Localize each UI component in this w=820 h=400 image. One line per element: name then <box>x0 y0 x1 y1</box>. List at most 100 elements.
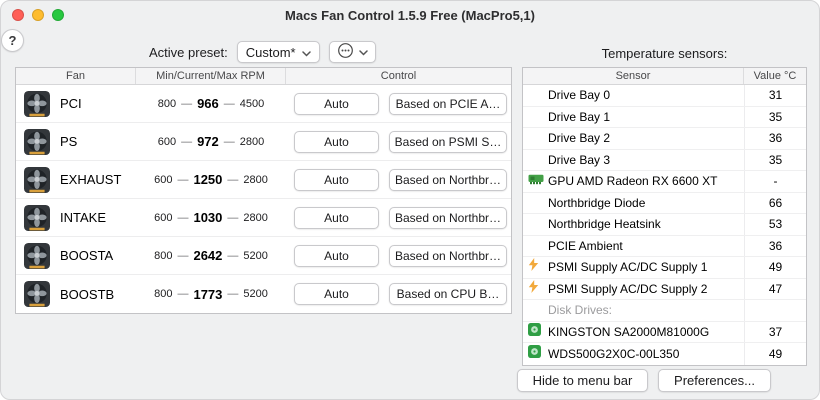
auto-button[interactable]: Auto <box>294 93 379 115</box>
fan-icon <box>24 129 50 155</box>
sensor-name: Drive Bay 1 <box>548 110 744 124</box>
fan-rpm-readout: 800—1773—5200 <box>136 287 286 302</box>
sensor-name: WDS500G2X0C-00L350 <box>548 347 744 361</box>
rpm-min: 800 <box>158 98 176 110</box>
sensor-name: Drive Bay 0 <box>548 88 744 102</box>
sensor-value: 35 <box>744 107 806 128</box>
fan-row[interactable]: EXHAUST600—1250—2800AutoBased on Northbr… <box>16 161 511 199</box>
more-options-icon <box>337 42 354 62</box>
rpm-separator: — <box>224 136 235 148</box>
sensor-row[interactable]: Drive Bay 236 <box>523 128 806 150</box>
auto-button[interactable]: Auto <box>294 283 379 305</box>
sensor-name: Northbridge Diode <box>548 196 744 210</box>
rpm-min: 600 <box>154 212 172 224</box>
fan-row[interactable]: PCI800—966—4500AutoBased on PCIE A… <box>16 85 511 123</box>
active-preset-label: Active preset: <box>149 45 228 60</box>
rpm-current: 1030 <box>193 210 222 225</box>
traffic-lights <box>12 9 64 21</box>
preset-dropdown[interactable]: Custom* <box>237 41 320 63</box>
rpm-separator: — <box>224 98 235 110</box>
fan-row[interactable]: BOOSTA800—2642—5200AutoBased on Northbr… <box>16 237 511 275</box>
fan-control-button[interactable]: Based on PCIE A… <box>389 93 507 115</box>
sensor-icon-slot <box>528 258 548 276</box>
disk-icon <box>528 345 541 363</box>
rpm-max: 4500 <box>240 98 264 110</box>
chevron-down-icon <box>302 45 311 60</box>
fan-table-header: Fan Min/Current/Max RPM Control <box>16 68 511 85</box>
help-button[interactable]: ? <box>1 29 24 52</box>
auto-button[interactable]: Auto <box>294 245 379 267</box>
rpm-max: 2800 <box>240 136 264 148</box>
sensor-row[interactable]: Drive Bay 031 <box>523 85 806 107</box>
fan-name: EXHAUST <box>60 172 136 187</box>
sensor-name: GPU AMD Radeon RX 6600 XT <box>548 174 744 188</box>
titlebar: Macs Fan Control 1.5.9 Free (MacPro5,1) <box>1 1 819 29</box>
sensor-row[interactable]: PSMI Supply AC/DC Supply 149 <box>523 257 806 279</box>
rpm-separator: — <box>177 174 188 186</box>
sensor-value: 53 <box>744 214 806 235</box>
rpm-separator: — <box>181 98 192 110</box>
fan-row[interactable]: PS600—972—2800AutoBased on PSMI S… <box>16 123 511 161</box>
fan-row[interactable]: BOOSTB800—1773—5200 Auto Based on CPU B… <box>16 275 511 313</box>
sensor-value: 36 <box>744 128 806 149</box>
auto-button[interactable]: Auto <box>294 131 379 153</box>
sensor-name: PCIE Ambient <box>548 239 744 253</box>
sensor-section-row: Disk Drives: <box>523 300 806 322</box>
sensor-name: Drive Bay 3 <box>548 153 744 167</box>
fan-name: BOOSTB <box>60 287 136 302</box>
fan-icon <box>24 91 50 117</box>
sensor-rows: Drive Bay 031Drive Bay 135Drive Bay 236D… <box>523 85 806 365</box>
rpm-separator: — <box>177 288 188 300</box>
sensor-name: PSMI Supply AC/DC Supply 2 <box>548 282 744 296</box>
sensor-row[interactable]: Drive Bay 135 <box>523 107 806 129</box>
sensor-value: 31 <box>744 85 806 106</box>
rpm-current: 972 <box>197 134 219 149</box>
app-window: Macs Fan Control 1.5.9 Free (MacPro5,1) … <box>0 0 820 400</box>
fan-rpm-readout: 600—1030—2800 <box>136 210 286 225</box>
sensor-value: 35 <box>744 150 806 171</box>
sensor-value <box>744 300 806 321</box>
rpm-current: 1250 <box>193 172 222 187</box>
fan-control-button[interactable]: Based on Northbr… <box>389 245 507 267</box>
rpm-max: 2800 <box>243 174 267 186</box>
hide-to-menu-bar-button[interactable]: Hide to menu bar <box>517 369 648 392</box>
sensor-value: - <box>744 171 806 192</box>
control-column-header: Control <box>286 68 511 84</box>
sensor-row[interactable]: Drive Bay 335 <box>523 150 806 172</box>
fan-control-button[interactable]: Based on PSMI S… <box>389 131 507 153</box>
sensor-row[interactable]: Northbridge Diode66 <box>523 193 806 215</box>
fan-rows: PCI800—966—4500AutoBased on PCIE A…PS600… <box>16 85 511 313</box>
zoom-button[interactable] <box>52 9 64 21</box>
sensor-name: PSMI Supply AC/DC Supply 1 <box>548 260 744 274</box>
sensor-value: 49 <box>744 343 806 365</box>
auto-button[interactable]: Auto <box>294 169 379 191</box>
sensor-row[interactable]: Northbridge Heatsink53 <box>523 214 806 236</box>
preset-options-dropdown[interactable] <box>329 41 376 63</box>
rpm-column-header: Min/Current/Max RPM <box>136 68 286 84</box>
fan-control-button[interactable]: Based on Northbr… <box>389 169 507 191</box>
sensor-icon-slot <box>528 323 548 341</box>
power-supply-icon <box>528 258 539 276</box>
sensor-row[interactable]: PCIE Ambient36 <box>523 236 806 258</box>
rpm-max: 2800 <box>243 212 267 224</box>
auto-button[interactable]: Auto <box>294 207 379 229</box>
fan-row[interactable]: INTAKE600—1030—2800AutoBased on Northbr… <box>16 199 511 237</box>
fan-name: PCI <box>60 96 136 111</box>
fan-icon <box>24 205 50 231</box>
rpm-min: 600 <box>154 174 172 186</box>
fan-control-button[interactable]: Based on Northbr… <box>389 207 507 229</box>
sensor-row[interactable]: KINGSTON SA2000M81000G37 <box>523 322 806 344</box>
minimize-button[interactable] <box>32 9 44 21</box>
rpm-separator: — <box>227 250 238 262</box>
rpm-min: 800 <box>154 250 172 262</box>
sensor-row[interactable]: GPU AMD Radeon RX 6600 XT- <box>523 171 806 193</box>
sensor-name: Drive Bay 2 <box>548 131 744 145</box>
close-button[interactable] <box>12 9 24 21</box>
preset-toolbar: Active preset: Custom* <box>149 41 376 63</box>
sensor-row[interactable]: PSMI Supply AC/DC Supply 247 <box>523 279 806 301</box>
fan-control-button[interactable]: Based on CPU B… <box>389 283 507 305</box>
sensor-value: 49 <box>744 257 806 278</box>
sensor-row[interactable]: WDS500G2X0C-00L35049 <box>523 343 806 365</box>
sensor-value: 47 <box>744 279 806 300</box>
preferences-button[interactable]: Preferences... <box>658 369 771 392</box>
